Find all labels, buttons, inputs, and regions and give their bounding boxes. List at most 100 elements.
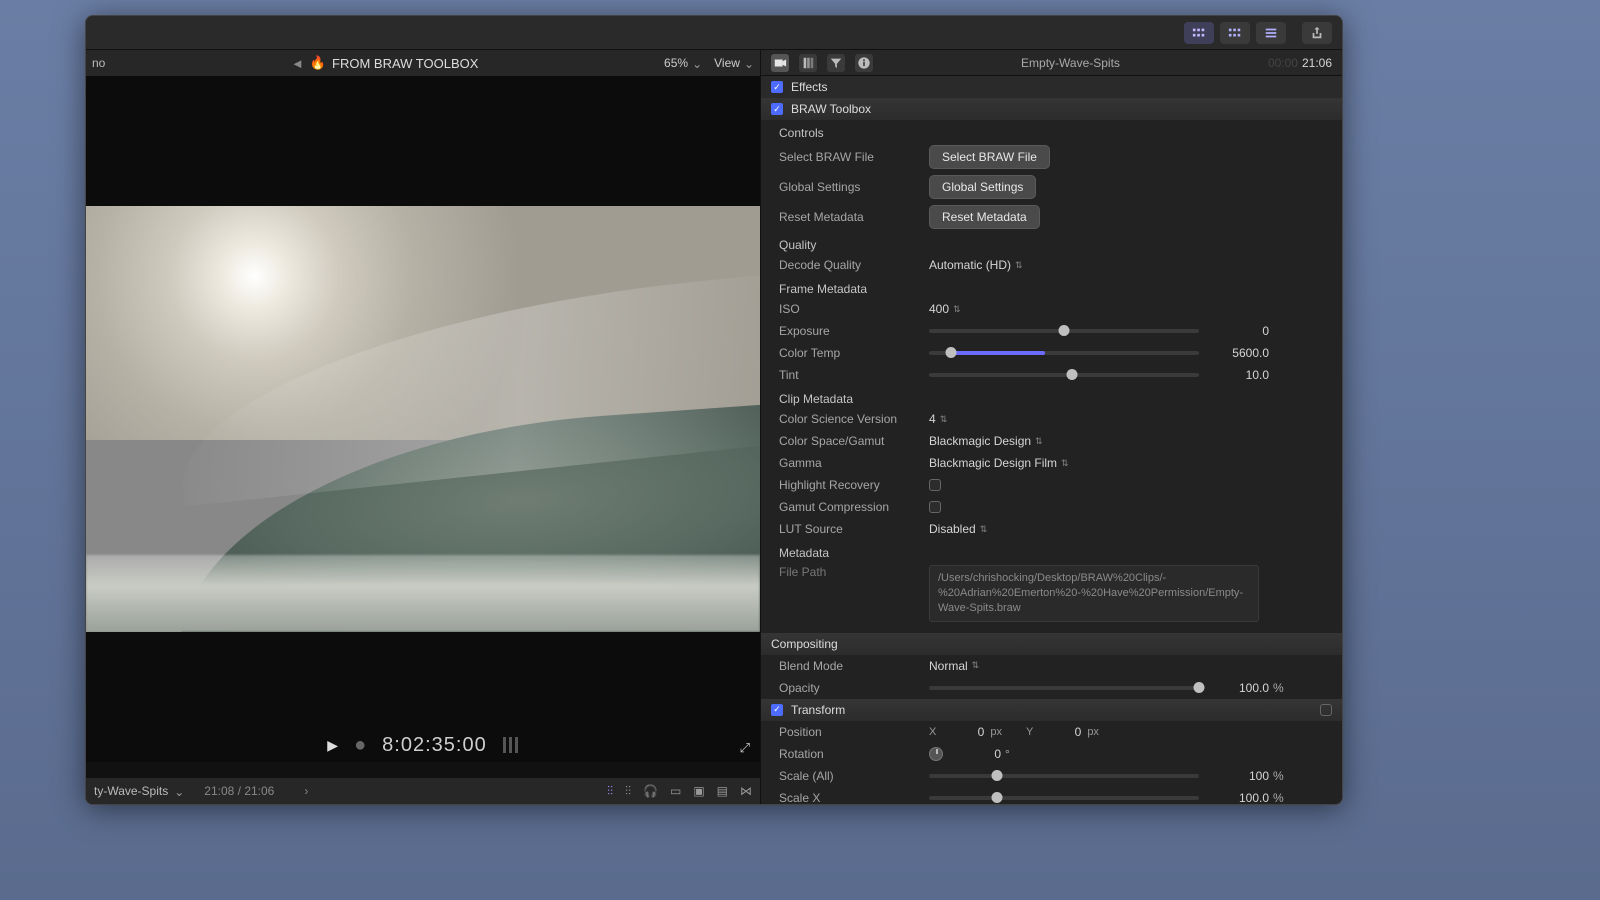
- dd-color-science[interactable]: 4 ⇅: [929, 412, 947, 426]
- btn-global-settings[interactable]: Global Settings: [929, 175, 1036, 199]
- group-metadata: Metadata: [761, 540, 1342, 562]
- slider-color-temp[interactable]: [929, 351, 1199, 355]
- row-gamut-compression: Gamut Compression: [761, 496, 1342, 518]
- row-select-braw: Select BRAW File Select BRAW File: [761, 142, 1342, 172]
- label-color-space: Color Space/Gamut: [779, 434, 929, 448]
- dd-gamma[interactable]: Blackmagic Design Film ⇅: [929, 456, 1069, 470]
- pos-x-unit: px: [990, 726, 1002, 738]
- retime-icon[interactable]: ▣: [693, 784, 704, 799]
- row-color-temp: Color Temp 5600.0: [761, 342, 1342, 364]
- viewer-header-text: no: [92, 56, 105, 70]
- label-tint: Tint: [779, 368, 929, 382]
- tools-2-icon[interactable]: ⋈: [740, 784, 752, 799]
- color-temp-value[interactable]: 5600.0: [1211, 346, 1269, 360]
- rotation-value[interactable]: 0: [943, 747, 1001, 761]
- rotation-knob[interactable]: [929, 747, 943, 761]
- label-rotation: Rotation: [779, 747, 929, 761]
- section-transform[interactable]: ✓ Transform: [761, 699, 1342, 721]
- dd-decode-quality[interactable]: Automatic (HD) ⇅: [929, 258, 1023, 272]
- label-effects: Effects: [791, 80, 827, 94]
- tools-1-icon[interactable]: ▤: [717, 784, 728, 799]
- tab-color[interactable]: [799, 54, 817, 72]
- scale-x-unit: %: [1269, 791, 1289, 804]
- layout-btn-1[interactable]: [1184, 22, 1214, 44]
- section-effects[interactable]: ✓ Effects: [761, 76, 1342, 98]
- slider-tint[interactable]: [929, 373, 1199, 377]
- pos-y-value[interactable]: 0: [1039, 725, 1081, 739]
- footer-clip-name: ty-Wave-Spits: [94, 784, 168, 798]
- section-compositing[interactable]: Compositing: [761, 633, 1342, 655]
- grid-3-icon: [1228, 26, 1242, 40]
- label-scale-x: Scale X: [779, 791, 929, 804]
- video-icon: [773, 56, 787, 70]
- tab-audio[interactable]: [827, 54, 845, 72]
- iso-value: 400: [929, 302, 949, 316]
- zoom-dropdown[interactable]: 65% ⌄: [664, 56, 702, 70]
- row-color-science: Color Science Version 4 ⇅: [761, 408, 1342, 430]
- share-button[interactable]: [1302, 22, 1332, 44]
- app-window: no ◄ 🔥 FROM BRAW TOOLBOX 65% ⌄ View ⌄: [85, 15, 1343, 805]
- label-gamma: Gamma: [779, 456, 929, 470]
- footer-icons: ⫶⫶ ⫶⫶ 🎧 ▭ ▣ ▤ ⋈: [607, 784, 752, 799]
- viewer-header-right: 65% ⌄ View ⌄: [664, 56, 754, 70]
- row-global-settings: Global Settings Global Settings: [761, 172, 1342, 202]
- pos-x-value[interactable]: 0: [942, 725, 984, 739]
- viewer-pane: no ◄ 🔥 FROM BRAW TOOLBOX 65% ⌄ View ⌄: [86, 50, 761, 804]
- dropdown-caret-icon: ⇅: [1015, 260, 1023, 271]
- slider-scale-all[interactable]: [929, 774, 1199, 778]
- gamma-value: Blackmagic Design Film: [929, 456, 1057, 470]
- label-reset-metadata: Reset Metadata: [779, 210, 929, 224]
- checkbox-gamut-compression[interactable]: [929, 501, 941, 513]
- file-path-value[interactable]: /Users/chrishocking/Desktop/BRAW%20Clips…: [929, 565, 1259, 622]
- tab-video[interactable]: [771, 54, 789, 72]
- tint-value[interactable]: 10.0: [1211, 368, 1269, 382]
- timecode-display[interactable]: 8:02:35:00: [382, 734, 487, 757]
- solo-icon[interactable]: ▭: [670, 784, 681, 799]
- section-braw-toolbox[interactable]: ✓ BRAW Toolbox: [761, 98, 1342, 120]
- scale-all-value[interactable]: 100: [1211, 769, 1269, 783]
- dd-iso[interactable]: 400 ⇅: [929, 302, 961, 316]
- row-scale-x: Scale X 100.0 %: [761, 787, 1342, 804]
- checkbox-transform[interactable]: ✓: [771, 704, 783, 716]
- audio-skimming-icon[interactable]: ⫶⫶: [607, 784, 613, 799]
- skimming-icon[interactable]: ⫶⫶: [625, 784, 631, 799]
- opacity-value[interactable]: 100.0: [1211, 681, 1269, 695]
- label-iso: ISO: [779, 302, 929, 316]
- exposure-value[interactable]: 0: [1211, 324, 1269, 338]
- btn-select-braw[interactable]: Select BRAW File: [929, 145, 1050, 169]
- slider-scale-x[interactable]: [929, 796, 1199, 800]
- checkbox-braw[interactable]: ✓: [771, 103, 783, 115]
- view-dropdown[interactable]: View ⌄: [714, 56, 754, 70]
- play-button[interactable]: ▶: [327, 737, 338, 754]
- footer-clip[interactable]: ty-Wave-Spits ⌄: [94, 784, 184, 798]
- info-icon: [857, 56, 871, 70]
- viewer-title[interactable]: ◄ 🔥 FROM BRAW TOOLBOX: [117, 55, 652, 71]
- dd-color-space[interactable]: Blackmagic Design ⇅: [929, 434, 1043, 448]
- viewer-frame[interactable]: [86, 206, 760, 632]
- label-lut-source: LUT Source: [779, 522, 929, 536]
- viewer-letterbox-top: [86, 76, 760, 206]
- headphones-icon[interactable]: 🎧: [643, 784, 658, 799]
- opacity-unit: %: [1269, 681, 1289, 695]
- transform-reset-icon[interactable]: [1320, 704, 1332, 716]
- btn-reset-metadata[interactable]: Reset Metadata: [929, 205, 1040, 229]
- layout-btn-3[interactable]: [1256, 22, 1286, 44]
- tab-info[interactable]: [855, 54, 873, 72]
- slider-exposure[interactable]: [929, 329, 1199, 333]
- dropdown-caret-icon: ⇅: [953, 304, 961, 315]
- checkbox-effects[interactable]: ✓: [771, 81, 783, 93]
- label-select-braw: Select BRAW File: [779, 150, 929, 164]
- scale-x-value[interactable]: 100.0: [1211, 791, 1269, 804]
- dd-blend-mode[interactable]: Normal ⇅: [929, 659, 979, 673]
- scrub-icon[interactable]: [503, 737, 519, 753]
- dd-lut-source[interactable]: Disabled ⇅: [929, 522, 987, 536]
- checkbox-highlight-recovery[interactable]: [929, 479, 941, 491]
- forward-icon[interactable]: ›: [304, 784, 308, 798]
- row-iso: ISO 400 ⇅: [761, 298, 1342, 320]
- layout-btn-2[interactable]: [1220, 22, 1250, 44]
- slider-opacity[interactable]: [929, 686, 1199, 690]
- fullscreen-icon[interactable]: ⤢: [740, 740, 750, 756]
- row-decode-quality: Decode Quality Automatic (HD) ⇅: [761, 254, 1342, 276]
- label-highlight-recovery: Highlight Recovery: [779, 478, 929, 492]
- row-position: Position X 0 px Y 0 px: [761, 721, 1342, 743]
